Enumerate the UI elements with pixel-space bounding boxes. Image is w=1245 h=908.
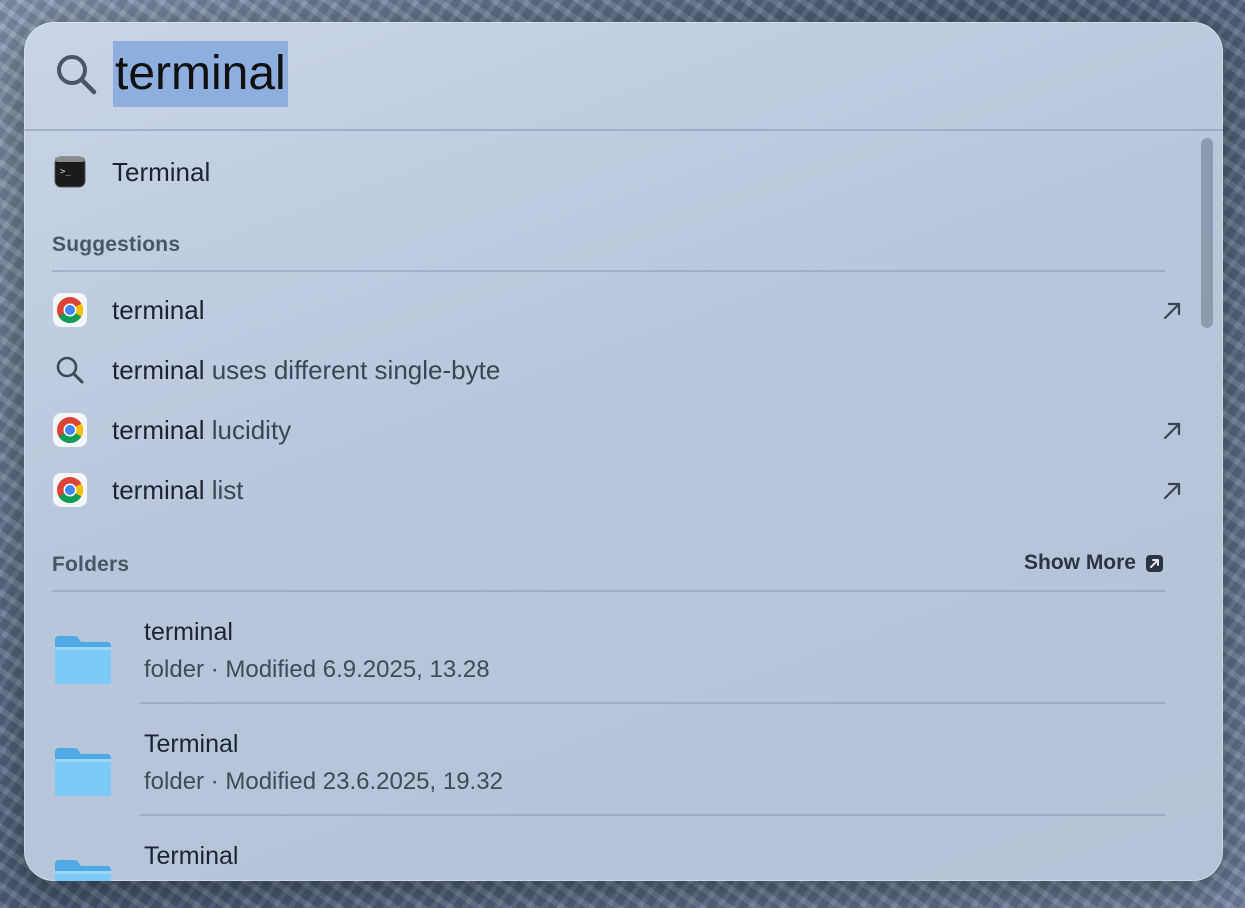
folder-icon <box>55 860 111 881</box>
search-input[interactable]: terminal <box>113 41 288 107</box>
suggestion-item[interactable]: terminal uses different single-byte <box>24 342 1183 398</box>
show-more-button[interactable]: Show More <box>1024 551 1163 575</box>
top-hit-terminal[interactable]: >_ Terminal <box>24 144 1183 200</box>
terminal-app-icon: >_ <box>54 156 86 188</box>
suggestion-item[interactable]: terminal list <box>24 462 1183 518</box>
suggestion-match: terminal <box>112 415 205 445</box>
search-icon <box>57 55 97 95</box>
folder-icon <box>55 748 111 796</box>
folder-meta: folder · Modified 6.9.2025, 13.28 <box>144 656 490 683</box>
svg-text:>_: >_ <box>60 167 71 177</box>
folder-icon <box>55 636 111 684</box>
folders-divider <box>52 590 1165 592</box>
search-icon <box>56 356 84 384</box>
suggestion-match: terminal <box>112 295 205 325</box>
suggestion-rest: lucidity <box>204 415 292 445</box>
chrome-icon <box>53 473 87 507</box>
open-external-arrow-icon[interactable] <box>1161 300 1183 322</box>
folder-divider <box>140 814 1165 816</box>
spotlight-panel: terminal >_ Terminal Suggestions termina… <box>24 22 1223 881</box>
scrollbar-thumb[interactable] <box>1201 138 1213 328</box>
folders-header: Folders <box>52 553 130 576</box>
suggestion-match: terminal <box>112 475 205 505</box>
chrome-icon <box>53 293 87 327</box>
suggestion-rest: list <box>204 475 244 505</box>
folder-result[interactable]: Terminal <box>24 832 1183 881</box>
results-scrollbar[interactable] <box>1199 138 1213 872</box>
folder-name: terminal <box>144 618 233 646</box>
folder-divider <box>140 702 1165 704</box>
suggestions-divider <box>52 270 1165 272</box>
search-divider <box>24 129 1223 131</box>
folder-meta: folder · Modified 23.6.2025, 19.32 <box>144 768 503 795</box>
suggestion-rest: uses different single-byte <box>204 355 501 385</box>
folder-name: Terminal <box>144 842 239 870</box>
top-hit-label: Terminal <box>112 157 211 187</box>
open-external-arrow-icon[interactable] <box>1161 480 1183 502</box>
suggestion-item[interactable]: terminal <box>24 282 1183 338</box>
chrome-icon <box>53 413 87 447</box>
folder-name: Terminal <box>144 730 239 758</box>
suggestion-match: terminal <box>112 355 205 385</box>
open-external-arrow-icon[interactable] <box>1161 420 1183 442</box>
show-more-label: Show More <box>1023 551 1136 574</box>
show-more-arrow-icon <box>1146 554 1163 572</box>
search-bar[interactable]: terminal <box>24 22 1223 130</box>
suggestions-header: Suggestions <box>52 233 181 256</box>
suggestion-item[interactable]: terminal lucidity <box>24 402 1183 458</box>
